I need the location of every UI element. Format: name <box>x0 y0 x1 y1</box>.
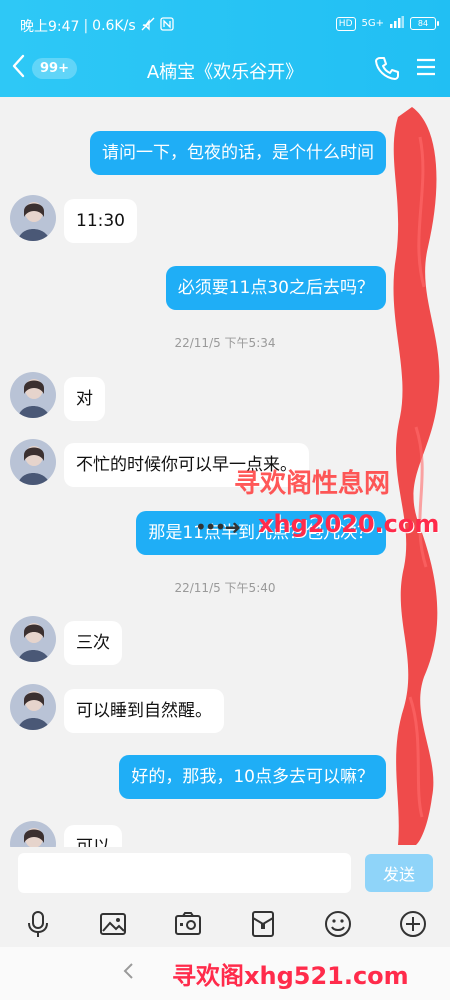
input-toolbar <box>0 899 450 947</box>
message-outgoing[interactable]: 好的，那我，10点多去可以嘛？ <box>119 755 386 799</box>
camera-icon[interactable] <box>173 909 203 939</box>
arrow-right-icon: •••➜ <box>195 515 241 539</box>
red-packet-icon[interactable] <box>248 909 278 939</box>
avatar[interactable] <box>10 372 56 418</box>
chat-header: 晚上9:47 | 0.6K/s HD 5G+ 84 99+ A楠宝《欢乐谷开》 <box>0 0 450 97</box>
emoji-icon[interactable] <box>323 909 353 939</box>
message-timestamp: 22/11/5 下午5:34 <box>174 336 276 350</box>
phone-icon <box>374 57 400 85</box>
chevron-left-icon <box>123 963 133 979</box>
status-right: HD 5G+ 84 <box>335 16 439 31</box>
battery-level: 84 <box>417 19 429 28</box>
message-bubble[interactable]: 11:30 <box>64 199 137 243</box>
status-left: 晚上9:47 | 0.6K/s <box>20 16 174 36</box>
mute-icon <box>140 16 156 36</box>
message-bubble[interactable]: 三次 <box>64 621 122 665</box>
network-speed: 0.6K/s <box>92 18 136 34</box>
send-button[interactable]: 发送 <box>365 854 433 892</box>
message-bubble[interactable]: 可以 <box>64 825 122 847</box>
avatar[interactable] <box>10 684 56 730</box>
menu-button[interactable] <box>416 56 436 82</box>
plus-icon[interactable] <box>398 909 428 939</box>
message-bubble[interactable]: 可以睡到自然醒。 <box>64 689 224 733</box>
avatar[interactable] <box>10 439 56 485</box>
message-timestamp: 22/11/5 下午5:40 <box>174 581 276 595</box>
message-incoming[interactable]: 对 <box>64 377 105 421</box>
message-bubble[interactable]: 好的，那我，10点多去可以嘛？ <box>119 755 386 799</box>
message-bubble[interactable]: 对 <box>64 377 105 421</box>
message-outgoing[interactable]: 必须要11点30之后去吗？ <box>165 266 386 310</box>
nav-back-button[interactable] <box>122 961 134 986</box>
avatar[interactable] <box>10 195 56 241</box>
avatar[interactable] <box>10 616 56 662</box>
message-incoming[interactable]: 可以 <box>64 825 122 847</box>
message-incoming[interactable]: 可以睡到自然醒。 <box>64 689 224 733</box>
message-input[interactable] <box>18 853 351 893</box>
microphone-icon[interactable] <box>23 909 53 939</box>
message-bubble[interactable]: 请问一下，包夜的话，是个什么时间 <box>90 131 386 175</box>
image-icon[interactable] <box>98 909 128 939</box>
avatar[interactable] <box>10 821 56 847</box>
input-bar: 发送 <box>0 847 450 899</box>
hd-badge: HD <box>335 16 356 31</box>
network-type: 5G+ <box>361 18 385 29</box>
message-incoming[interactable]: 11:30 <box>64 199 137 243</box>
message-bubble[interactable]: 必须要11点30之后去吗？ <box>165 266 386 310</box>
nfc-icon <box>159 17 174 35</box>
watermark-top: 寻欢阁性息网 <box>234 469 391 499</box>
signal-icon <box>390 16 404 31</box>
watermark-middle: xhg2020.com <box>258 510 440 538</box>
phone-button[interactable] <box>374 55 400 85</box>
message-outgoing[interactable]: 请问一下，包夜的话，是个什么时间 <box>90 131 386 175</box>
watermark-bottom: 寻欢阁xhg521.com <box>172 962 409 990</box>
title-bar: 99+ A楠宝《欢乐谷开》 <box>0 48 450 90</box>
status-bar: 晚上9:47 | 0.6K/s HD 5G+ 84 <box>0 0 450 40</box>
menu-icon <box>416 58 436 82</box>
battery-icon: 84 <box>410 17 439 30</box>
status-time: 晚上9:47 <box>20 19 80 35</box>
message-incoming[interactable]: 三次 <box>64 621 122 665</box>
